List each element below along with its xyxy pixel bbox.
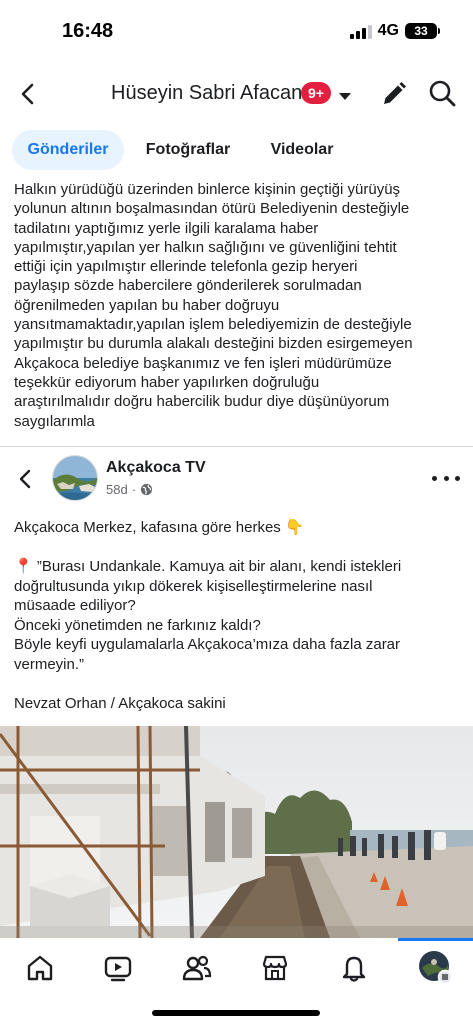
pencil-icon [384,82,406,104]
back-button[interactable] [14,80,42,108]
profile-switch-dropdown[interactable] [338,89,352,100]
post-photo[interactable] [0,726,473,938]
network-type: 4G [377,22,399,39]
profile-tabs: Gönderiler Fotoğraflar Videolar [0,130,473,172]
nav-notifications[interactable] [338,952,370,984]
status-indicators: 4G 33 [349,22,440,40]
nav-marketplace[interactable] [259,952,291,984]
post-text: Halkın yürüdüğü üzerinden binlerce kişin… [14,181,413,430]
home-indicator[interactable] [152,1010,320,1016]
tab-posts[interactable]: Gönderiler [12,130,124,170]
nav-friends[interactable] [181,952,213,984]
status-bar: 16:48 4G 33 [0,0,473,64]
shared-post-text: Akçakoca Merkez, kafasına göre herkes 👇 … [14,519,402,712]
more-dot-icon [455,475,460,481]
home-icon [27,955,53,981]
edit-button[interactable] [380,80,408,108]
marketplace-icon [262,955,288,981]
construction-site-photo [0,726,473,938]
profile-name[interactable]: Hüseyin Sabri Afacan [111,82,302,105]
shared-post-header: Akçakoca TV 58d · [0,452,473,508]
nav-video[interactable] [102,952,134,984]
bottom-navigation [0,938,473,1024]
profile-menu-icon [419,951,452,984]
video-icon [104,956,132,982]
nav-profile-menu[interactable] [418,950,452,984]
tab-photos[interactable]: Fotoğraflar [132,130,244,170]
battery-icon: 33 [405,23,440,39]
page-avatar[interactable] [52,455,98,501]
shared-back-button[interactable] [12,466,38,492]
page-name[interactable]: Akçakoca TV [106,459,206,477]
notification-badge: 9+ [301,82,331,104]
chevron-down-icon [339,93,351,100]
search-icon [429,80,456,107]
post-divider [0,446,473,447]
friends-icon [182,955,212,981]
more-dot-icon [432,475,437,481]
active-tab-indicator [398,938,473,941]
back-arrow-icon [21,83,34,105]
post-meta: 58d · [106,482,153,497]
search-button[interactable] [427,78,457,108]
more-dot-icon [443,475,449,481]
globe-icon [140,483,153,496]
post-age[interactable]: 58d [106,482,128,497]
battery-level: 33 [414,24,428,38]
nav-home[interactable] [24,952,56,984]
tab-videos[interactable]: Videolar [252,130,352,170]
profile-top-bar: Hüseyin Sabri Afacan 9+ [0,70,473,118]
coastal-town-avatar-image [53,456,97,500]
more-options-button[interactable] [432,468,460,488]
status-time: 16:48 [62,20,114,42]
back-arrow-icon [19,469,31,489]
bell-icon [342,956,366,982]
meta-separator: · [131,482,137,497]
signal-icon [349,23,372,39]
